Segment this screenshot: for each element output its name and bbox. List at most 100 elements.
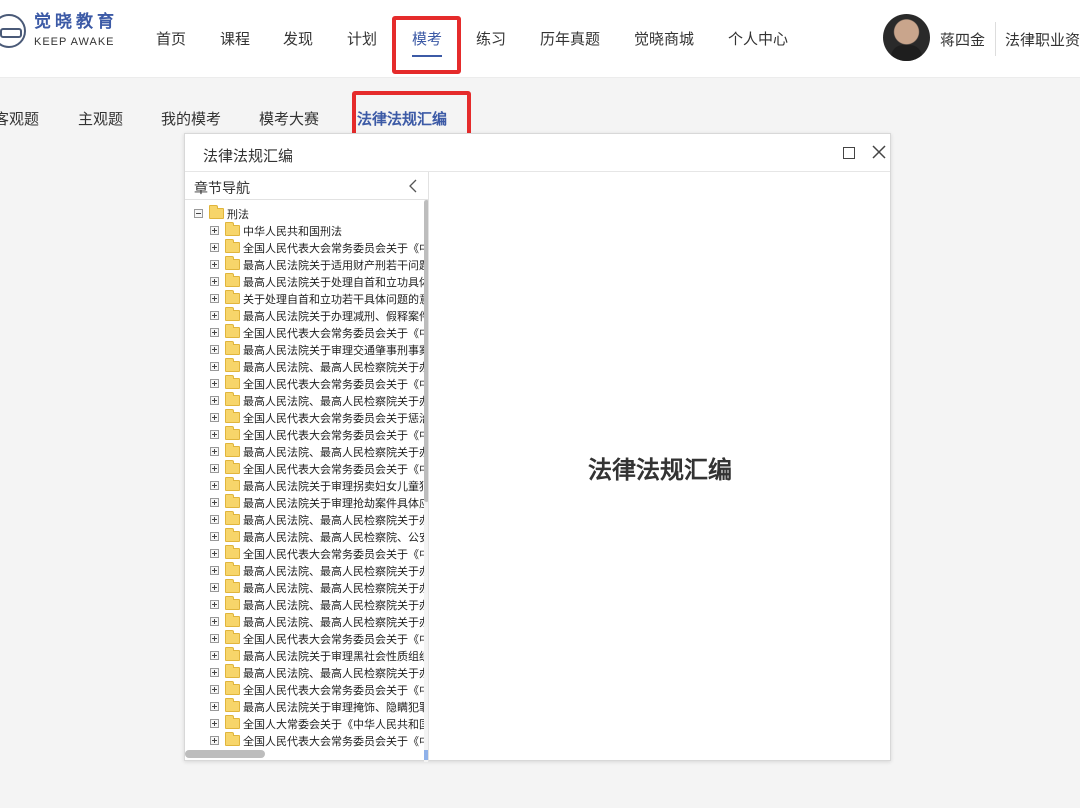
tree-node[interactable]: 全国人民代表大会常务委员会关于惩治 xyxy=(210,409,425,426)
tree-node[interactable]: 中华人民共和国刑法 xyxy=(210,222,342,239)
subnav-item-mock-contest[interactable]: 模考大赛 xyxy=(259,108,319,129)
window-title: 法律法规汇编 xyxy=(203,147,294,165)
tree-node[interactable]: 全国人大常委会关于《中华人民共和国 xyxy=(210,715,425,732)
tree-node[interactable]: 最高人民法院、最高人民检察院关于办 xyxy=(210,579,425,596)
tree-node[interactable]: 最高人民法院、最高人民检察院关于办 xyxy=(210,664,425,681)
expand-icon[interactable] xyxy=(210,532,219,541)
tree-node[interactable]: 关于处理自首和立功若干具体问题的意 xyxy=(210,290,425,307)
folder-icon xyxy=(225,239,240,253)
nav-item-personal-center[interactable]: 个人中心 xyxy=(728,28,788,49)
tree-node[interactable]: 最高人民法院关于审理抢劫案件具体应 xyxy=(210,494,425,511)
tree-node-label: 最高人民法院、最高人民检察院关于办 xyxy=(243,394,425,408)
tree-node[interactable]: 全国人民代表大会常务委员会关于《中 xyxy=(210,681,425,698)
nav-item-discover[interactable]: 发现 xyxy=(283,28,313,49)
content-title: 法律法规汇编 xyxy=(588,456,732,484)
expand-icon[interactable] xyxy=(210,362,219,371)
nav-item-practice[interactable]: 练习 xyxy=(476,28,506,49)
expand-icon[interactable] xyxy=(210,685,219,694)
tree-node[interactable]: 最高人民法院、最高人民检察院、公安 xyxy=(210,528,425,545)
expand-icon[interactable] xyxy=(210,651,219,660)
expand-icon[interactable] xyxy=(210,243,219,252)
tree-node[interactable]: 最高人民法院关于审理黑社会性质组织 xyxy=(210,647,425,664)
expand-icon[interactable] xyxy=(210,702,219,711)
folder-icon xyxy=(225,341,240,355)
folder-icon xyxy=(225,307,240,321)
expand-icon[interactable] xyxy=(210,481,219,490)
expand-icon[interactable] xyxy=(210,549,219,558)
nav-item-plan[interactable]: 计划 xyxy=(347,28,377,49)
tree-node[interactable]: 最高人民法院、最高人民检察院关于办 xyxy=(210,613,425,630)
expand-icon[interactable] xyxy=(210,447,219,456)
nav-item-past-papers[interactable]: 历年真题 xyxy=(540,28,600,49)
expand-icon[interactable] xyxy=(210,736,219,745)
horizontal-scrollbar-thumb[interactable] xyxy=(185,750,265,758)
expand-icon[interactable] xyxy=(210,515,219,524)
expand-icon[interactable] xyxy=(210,226,219,235)
tree-node[interactable]: 最高人民法院、最高人民检察院关于办 xyxy=(210,511,425,528)
tree-node[interactable]: 全国人民代表大会常务委员会关于《中 xyxy=(210,375,425,392)
expand-icon[interactable] xyxy=(210,396,219,405)
expand-icon[interactable] xyxy=(210,498,219,507)
tree-node[interactable]: 全国人民代表大会常务委员会关于《中 xyxy=(210,324,425,341)
tree-node-label: 最高人民法院、最高人民检察院关于办 xyxy=(243,564,425,578)
expand-icon[interactable] xyxy=(210,379,219,388)
tree-node[interactable]: 最高人民法院、最高人民检察院关于办 xyxy=(210,392,425,409)
subnav-item-subjective[interactable]: 主观题 xyxy=(78,108,123,129)
window-header: 法律法规汇编 xyxy=(185,134,890,172)
tree-node[interactable]: 最高人民法院、最高人民检察院关于办 xyxy=(210,443,425,460)
tree-node[interactable]: 最高人民法院关于适用财产刑若干问题 xyxy=(210,256,425,273)
tree-node[interactable]: 全国人民代表大会常务委员会关于《中 xyxy=(210,630,425,647)
tree-node[interactable]: 最高人民法院关于处理自首和立功具体 xyxy=(210,273,425,290)
tree-node[interactable]: 最高人民法院关于办理减刑、假释案件 xyxy=(210,307,425,324)
chapter-nav-header: 章节导航 xyxy=(185,172,428,200)
expand-icon[interactable] xyxy=(210,719,219,728)
nav-item-home[interactable]: 首页 xyxy=(156,28,186,49)
nav-item-courses[interactable]: 课程 xyxy=(220,28,250,49)
expand-icon[interactable] xyxy=(210,260,219,269)
expand-icon[interactable] xyxy=(210,430,219,439)
expand-icon[interactable] xyxy=(210,464,219,473)
nav-item-mock-exam[interactable]: 模考 xyxy=(412,28,442,49)
tree-node[interactable]: 最高人民法院、最高人民检察院关于办 xyxy=(210,358,425,375)
tree-node[interactable]: 全国人民代表大会常务委员会关于《中 xyxy=(210,239,425,256)
subnav-item-objective[interactable]: 客观题 xyxy=(0,108,39,129)
avatar[interactable] xyxy=(883,14,930,61)
expand-icon[interactable] xyxy=(210,294,219,303)
tree-node[interactable]: 最高人民法院关于审理交通肇事刑事案 xyxy=(210,341,425,358)
chapter-nav-pane: 章节导航 刑法 中华人民共和国刑法 全国人民代表大会常务委员会关于《中 最高人民法院… xyxy=(185,172,429,762)
expand-icon[interactable] xyxy=(210,345,219,354)
tree-node[interactable]: 最高人民法院关于审理拐卖妇女儿童犯 xyxy=(210,477,425,494)
expand-icon[interactable] xyxy=(210,583,219,592)
tree-node-label: 最高人民法院、最高人民检察院关于办 xyxy=(243,598,425,612)
close-icon[interactable] xyxy=(869,142,889,162)
vertical-scrollbar-thumb[interactable] xyxy=(424,200,428,502)
tree-root-node[interactable]: 刑法 xyxy=(194,205,249,222)
tree-node[interactable]: 最高人民法院关于审理掩饰、隐瞒犯罪 xyxy=(210,698,425,715)
subnav-item-my-mock[interactable]: 我的模考 xyxy=(161,108,221,129)
vertical-scrollbar[interactable] xyxy=(424,200,428,762)
tree-node[interactable]: 最高人民法院、最高人民检察院关于办 xyxy=(210,562,425,579)
nav-item-store[interactable]: 觉晓商城 xyxy=(634,28,694,49)
expand-icon[interactable] xyxy=(210,328,219,337)
collapse-icon[interactable] xyxy=(194,209,203,218)
tree-node-label: 全国人民代表大会常务委员会关于《中 xyxy=(243,632,425,646)
expand-icon[interactable] xyxy=(210,413,219,422)
tree-node[interactable]: 全国人民代表大会常务委员会关于《中 xyxy=(210,545,425,562)
expand-icon[interactable] xyxy=(210,277,219,286)
expand-icon[interactable] xyxy=(210,617,219,626)
user-role[interactable]: 法律职业资 xyxy=(1005,29,1080,50)
subnav-item-law-compilation[interactable]: 法律法规汇编 xyxy=(357,108,447,129)
user-name[interactable]: 蒋四金 xyxy=(940,29,985,50)
tree-node[interactable]: 全国人民代表大会常务委员会关于《中 xyxy=(210,426,425,443)
content-pane: 法律法规汇编 xyxy=(430,172,890,760)
chevron-left-icon[interactable] xyxy=(406,178,420,194)
tree-node[interactable]: 全国人民代表大会常务委员会关于《中 xyxy=(210,732,425,749)
tree-node[interactable]: 最高人民法院、最高人民检察院关于办 xyxy=(210,596,425,613)
tree-node[interactable]: 全国人民代表大会常务委员会关于《中 xyxy=(210,460,425,477)
expand-icon[interactable] xyxy=(210,600,219,609)
expand-icon[interactable] xyxy=(210,634,219,643)
maximize-icon[interactable] xyxy=(843,147,855,159)
expand-icon[interactable] xyxy=(210,668,219,677)
expand-icon[interactable] xyxy=(210,566,219,575)
expand-icon[interactable] xyxy=(210,311,219,320)
